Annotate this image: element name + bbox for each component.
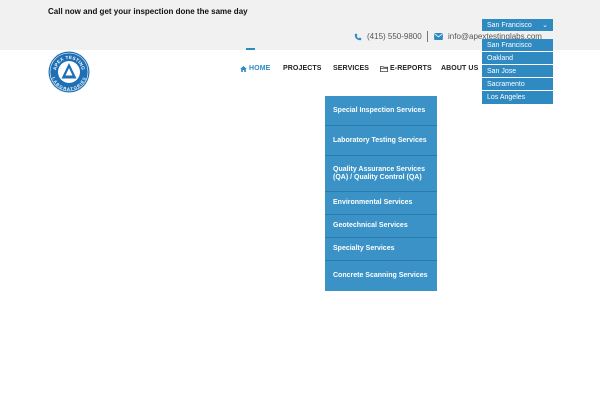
city-option[interactable]: San Francisco bbox=[482, 39, 553, 52]
tagline: Call now and get your inspection done th… bbox=[48, 7, 248, 16]
folder-icon bbox=[380, 65, 388, 72]
nav-home[interactable]: HOME bbox=[240, 65, 270, 72]
nav-about[interactable]: ABOUT US bbox=[441, 65, 478, 72]
nav-services[interactable]: SERVICES bbox=[333, 65, 369, 72]
services-menu-item[interactable]: Concrete Scanning Services bbox=[325, 261, 437, 291]
phone-contact[interactable]: (415) 550-9800 bbox=[354, 32, 422, 41]
city-option[interactable]: Los Angeles bbox=[482, 91, 553, 104]
services-menu-item[interactable]: Specialty Services bbox=[325, 238, 437, 261]
city-option[interactable]: Sacramento bbox=[482, 78, 553, 91]
nav-about-label[interactable]: ABOUT US bbox=[441, 65, 478, 72]
chevron-down-icon: ⌄ bbox=[542, 22, 548, 29]
city-options-list: San Francisco Oakland San Jose Sacrament… bbox=[482, 39, 553, 104]
phone-number[interactable]: (415) 550-9800 bbox=[367, 32, 422, 41]
contact-divider bbox=[427, 31, 428, 42]
city-option[interactable]: Oakland bbox=[482, 52, 553, 65]
city-select-value: San Francisco bbox=[487, 21, 532, 29]
active-nav-indicator bbox=[246, 48, 255, 50]
services-menu-item[interactable]: Environmental Services bbox=[325, 192, 437, 215]
services-menu-item[interactable]: Laboratory Testing Services bbox=[325, 126, 437, 156]
services-menu-item[interactable]: Quality Assurance Services (QA) / Qualit… bbox=[325, 156, 437, 192]
services-menu-item[interactable]: Geotechnical Services bbox=[325, 215, 437, 238]
city-select[interactable]: San Francisco ⌄ bbox=[482, 19, 553, 31]
services-menu-item[interactable]: Special Inspection Services bbox=[325, 96, 437, 126]
home-icon bbox=[240, 65, 247, 72]
services-dropdown: Special Inspection Services Laboratory T… bbox=[325, 96, 437, 291]
phone-icon bbox=[354, 33, 362, 40]
nav-ereports-label[interactable]: E-REPORTS bbox=[390, 65, 432, 72]
city-option[interactable]: San Jose bbox=[482, 65, 553, 78]
envelope-icon bbox=[434, 33, 443, 40]
nav-services-label[interactable]: SERVICES bbox=[333, 65, 369, 72]
nav-projects[interactable]: PROJECTS bbox=[283, 65, 322, 72]
nav-home-label[interactable]: HOME bbox=[249, 65, 270, 72]
company-logo[interactable]: APEX TESTING LABORATORIES bbox=[48, 51, 90, 93]
nav-ereports[interactable]: E-REPORTS bbox=[380, 65, 432, 72]
nav-projects-label[interactable]: PROJECTS bbox=[283, 65, 322, 72]
